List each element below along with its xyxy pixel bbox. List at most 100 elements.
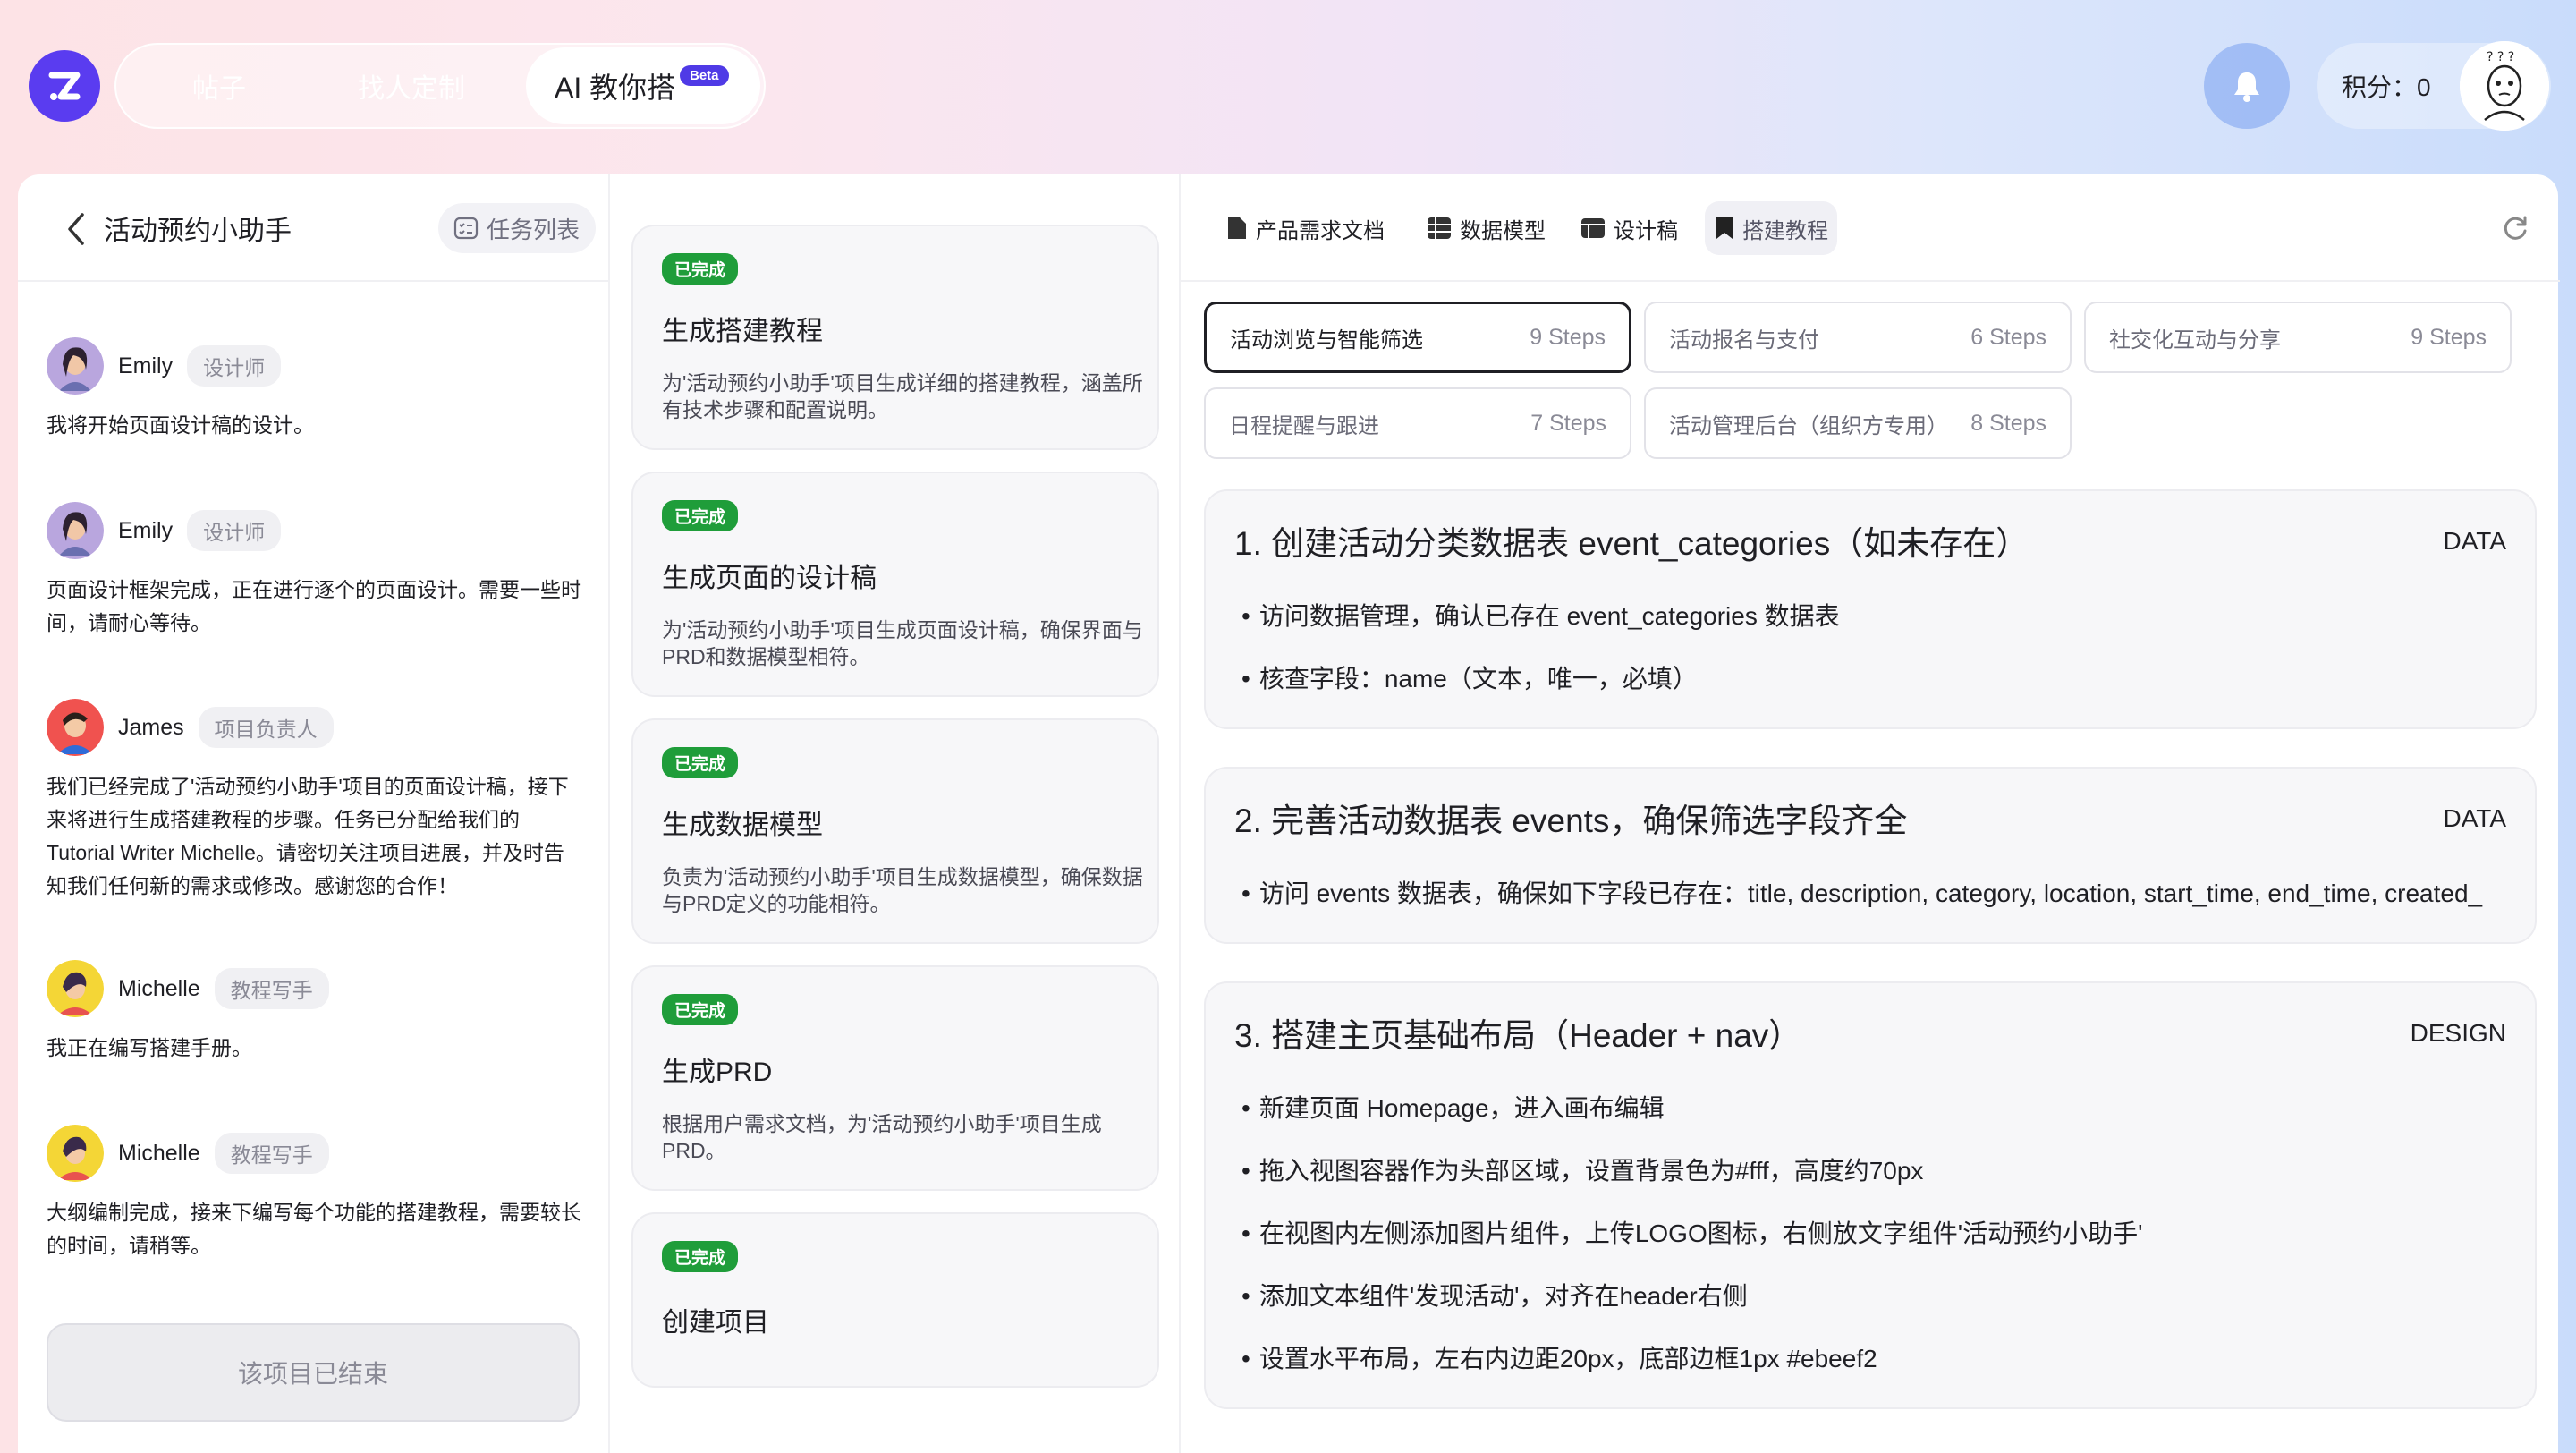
step-item: 访问数据管理，确认已存在 event_categories 数据表 — [1241, 597, 1840, 633]
beta-badge: Beta — [680, 65, 729, 86]
task-desc: 为'活动预约小助手'项目生成页面设计稿，确保界面与PRD和数据模型相符。 — [662, 618, 1143, 668]
top-bar: 帖子 找人定制 AI 教你搭 Beta 积分：0 ? ? ? — [0, 0, 2576, 174]
tab-prd[interactable]: 产品需求文档 — [1216, 201, 1394, 255]
avatar — [47, 699, 104, 756]
tab-custom[interactable]: 找人定制 — [322, 45, 501, 127]
step-title: 3. 搭建主页基础布局（Header + nav） — [1234, 1017, 1802, 1054]
tab-data-model-label: 数据模型 — [1460, 218, 1546, 243]
notification-button[interactable] — [2204, 43, 2290, 129]
feature-chip[interactable]: 活动浏览与智能筛选 9 Steps — [1204, 302, 1631, 373]
task-title: 创建项目 — [662, 1308, 769, 1338]
steps-count: 9 Steps — [2411, 324, 2487, 350]
tab-prd-label: 产品需求文档 — [1256, 218, 1385, 243]
step-item: 核查字段：name（文本，唯一，必填） — [1241, 659, 1698, 695]
tutorial-step-card: 1. 创建活动分类数据表 event_categories（如未存在） DATA… — [1204, 489, 2537, 729]
doc-tabs: 产品需求文档 数据模型 设计稿 搭建教程 — [1181, 174, 2560, 282]
step-type: DATA — [2443, 527, 2506, 555]
score-label: 积分：0 — [2342, 73, 2431, 101]
tab-ai-build[interactable]: AI 教你搭 Beta — [526, 47, 760, 124]
user-avatar[interactable]: ? ? ? — [2460, 41, 2549, 131]
project-title: 活动预约小助手 — [104, 217, 292, 246]
status-badge: 已完成 — [662, 1241, 739, 1272]
status-badge: 已完成 — [662, 747, 739, 778]
task-title: 生成搭建教程 — [662, 317, 823, 346]
table-icon — [1428, 217, 1451, 239]
message-text: 我正在编写搭建手册。 — [47, 1036, 252, 1059]
tab-tutorial[interactable]: 搭建教程 — [1705, 201, 1837, 255]
feature-chip[interactable]: 日程提醒与跟进 7 Steps — [1204, 387, 1631, 459]
refresh-button[interactable] — [2496, 208, 2535, 248]
role-badge: 教程写手 — [214, 1133, 329, 1174]
chat-message: Michelle 教程写手 我正在编写搭建手册。 — [47, 960, 583, 1065]
tab-posts[interactable]: 帖子 — [152, 45, 286, 127]
project-ended-button[interactable]: 该项目已结束 — [47, 1323, 580, 1422]
avatar — [47, 1125, 104, 1182]
avatar — [47, 337, 104, 395]
task-desc: 为'活动预约小助手'项目生成详细的搭建教程，涵盖所有技术步骤和配置说明。 — [662, 371, 1143, 421]
role-badge: 项目负责人 — [198, 707, 334, 748]
task-title: 生成数据模型 — [662, 811, 823, 840]
step-item: 在视图内左侧添加图片组件，上传LOGO图标，右侧放文字组件'活动预约小助手' — [1241, 1214, 2143, 1250]
steps-count: 6 Steps — [1970, 324, 2046, 350]
avatar — [47, 960, 104, 1017]
task-panel: 已完成 生成搭建教程 为'活动预约小助手'项目生成详细的搭建教程，涵盖所有技术步… — [608, 174, 1179, 1453]
logo-icon[interactable] — [29, 50, 100, 122]
task-list-icon — [453, 217, 479, 240]
sender-name: Michelle — [118, 1140, 200, 1166]
task-list-label: 任务列表 — [487, 216, 580, 243]
step-title: 2. 完善活动数据表 events，确保筛选字段齐全 — [1234, 803, 1908, 839]
tab-design-label: 设计稿 — [1614, 218, 1678, 243]
step-title: 1. 创建活动分类数据表 event_categories（如未存在） — [1234, 525, 2029, 562]
task-desc: 负责为'活动预约小助手'项目生成数据模型，确保数据与PRD定义的功能相符。 — [662, 865, 1143, 915]
feature-label: 活动管理后台（组织方专用） — [1669, 413, 1948, 438]
step-item: 设置水平布局，左右内边距20px，底部边框1px #ebeef2 — [1241, 1339, 1877, 1375]
bookmark-icon — [1716, 217, 1733, 239]
tutorial-step-card: 3. 搭建主页基础布局（Header + nav） DESIGN 新建页面 Ho… — [1204, 981, 2537, 1409]
avatar — [47, 502, 104, 559]
role-badge: 设计师 — [187, 510, 282, 551]
task-title: 生成页面的设计稿 — [662, 564, 877, 593]
message-text: 我将开始页面设计稿的设计。 — [47, 413, 314, 437]
chat-message: James 项目负责人 我们已经完成了'活动预约小助手'项目的页面设计稿，接下来… — [47, 699, 583, 903]
back-button[interactable] — [54, 207, 98, 251]
tab-ai-build-label: AI 教你搭 — [555, 72, 676, 104]
tab-design[interactable]: 设计稿 — [1571, 201, 1687, 255]
steps-count: 7 Steps — [1530, 410, 1606, 436]
task-title: 生成PRD — [662, 1058, 773, 1087]
chat-header: 活动预约小助手 任务列表 — [18, 174, 608, 282]
feature-label: 活动报名与支付 — [1669, 327, 1819, 353]
task-desc: 根据用户需求文档，为'活动预约小助手'项目生成PRD。 — [662, 1112, 1102, 1162]
task-list-button[interactable]: 任务列表 — [438, 203, 596, 253]
task-card[interactable]: 已完成 生成数据模型 负责为'活动预约小助手'项目生成数据模型，确保数据与PRD… — [631, 718, 1159, 944]
feature-label: 社交化互动与分享 — [2109, 327, 2281, 353]
sender-name: Emily — [118, 517, 174, 543]
step-type: DATA — [2443, 804, 2506, 832]
task-card[interactable]: 已完成 创建项目 — [631, 1212, 1159, 1388]
task-card[interactable]: 已完成 生成PRD 根据用户需求文档，为'活动预约小助手'项目生成PRD。 — [631, 965, 1159, 1191]
status-badge: 已完成 — [662, 253, 739, 285]
feature-chip[interactable]: 活动管理后台（组织方专用） 8 Steps — [1644, 387, 2072, 459]
status-badge: 已完成 — [662, 500, 739, 531]
step-type: DESIGN — [2410, 1019, 2506, 1047]
feature-label: 日程提醒与跟进 — [1229, 413, 1379, 438]
steps-count: 9 Steps — [1530, 324, 1606, 350]
steps-count: 8 Steps — [1970, 410, 2046, 436]
task-card[interactable]: 已完成 生成搭建教程 为'活动预约小助手'项目生成详细的搭建教程，涵盖所有技术步… — [631, 225, 1159, 450]
chat-message: Michelle 教程写手 大纲编制完成，接来下编写每个功能的搭建教程，需要较长… — [47, 1125, 583, 1262]
message-text: 大纲编制完成，接来下编写每个功能的搭建教程，需要较长的时间，请稍等。 — [47, 1201, 581, 1257]
sender-name: Emily — [118, 353, 174, 378]
chat-message: Emily 设计师 页面设计框架完成，正在进行逐个的页面设计。需要一些时间，请耐… — [47, 502, 583, 640]
bell-icon — [2234, 72, 2259, 102]
feature-chip[interactable]: 活动报名与支付 6 Steps — [1644, 302, 2072, 373]
tab-data-model[interactable]: 数据模型 — [1417, 201, 1555, 255]
feature-chip[interactable]: 社交化互动与分享 9 Steps — [2084, 302, 2512, 373]
role-badge: 教程写手 — [214, 968, 329, 1009]
step-item: 访问 events 数据表，确保如下字段已存在：title, descripti… — [1241, 874, 2482, 910]
status-badge: 已完成 — [662, 994, 739, 1025]
tab-tutorial-label: 搭建教程 — [1742, 218, 1828, 243]
chat-message: Emily 设计师 我将开始页面设计稿的设计。 — [47, 337, 583, 442]
layout-icon — [1581, 218, 1605, 238]
svg-text:? ? ?: ? ? ? — [2487, 50, 2514, 64]
chat-panel: 活动预约小助手 任务列表 Emily 设计师 我将开始页面设计稿的设计。 Emi… — [18, 174, 608, 1453]
task-card[interactable]: 已完成 生成页面的设计稿 为'活动预约小助手'项目生成页面设计稿，确保界面与PR… — [631, 472, 1159, 697]
